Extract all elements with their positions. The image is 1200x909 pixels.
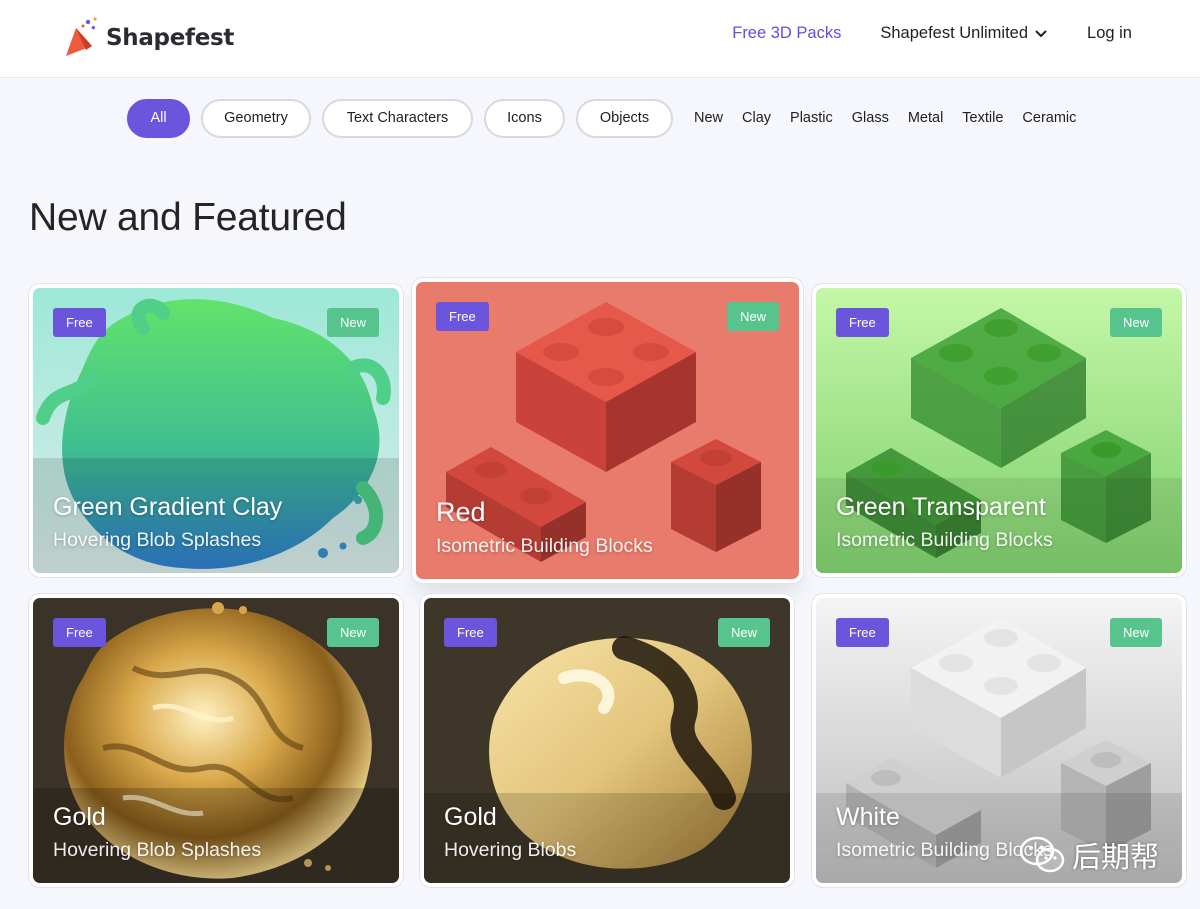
pack-card-red[interactable]: Free New Red Isometric Building Blocks — [416, 282, 799, 579]
free-badge: Free — [53, 308, 106, 337]
filter-pill-icons[interactable]: Icons — [484, 98, 565, 138]
brand-name: Shapefest — [106, 25, 235, 51]
wechat-icon — [1019, 836, 1065, 873]
card-title: Gold — [444, 803, 497, 831]
free-badge: Free — [444, 618, 497, 647]
nav-free-3d-packs[interactable]: Free 3D Packs — [732, 24, 841, 43]
card-title: Red — [436, 497, 486, 527]
new-badge: New — [1109, 618, 1162, 647]
filter-pill-objects[interactable]: Objects — [576, 98, 673, 138]
section-title: New and Featured — [29, 196, 347, 239]
filter-tag-glass[interactable]: Glass — [852, 110, 889, 126]
new-badge: New — [1109, 308, 1162, 337]
pack-card-gold-blobs[interactable]: Free New Gold Hovering Blobs — [424, 598, 790, 883]
card-subtitle: Hovering Blob Splashes — [53, 529, 262, 551]
filter-tag-textile[interactable]: Textile — [962, 110, 1003, 126]
wechat-watermark: 后期帮 — [1018, 834, 1159, 876]
chevron-down-icon — [1035, 30, 1047, 37]
pack-card-green-transparent[interactable]: Free New Green Transparent Isometric Bui… — [816, 288, 1182, 573]
filter-tag-clay[interactable]: Clay — [742, 110, 771, 126]
top-nav: Free 3D Packs Shapefest Unlimited Log in — [732, 24, 1132, 43]
nav-shapefest-unlimited[interactable]: Shapefest Unlimited — [880, 24, 1047, 43]
pack-card-green-gradient-clay[interactable]: Free New Green Gradient Clay Hovering Bl… — [33, 288, 399, 573]
card-title: Green Gradient Clay — [53, 493, 283, 521]
card-title: White — [836, 803, 900, 831]
pack-card-gold-splashes[interactable]: Free New Gold Hovering Blob Splashes — [33, 598, 399, 883]
filter-tag-metal[interactable]: Metal — [908, 110, 943, 126]
card-subtitle: Hovering Blob Splashes — [53, 839, 262, 861]
filter-pill-geometry[interactable]: Geometry — [201, 98, 311, 138]
new-badge: New — [717, 618, 770, 647]
nav-unlimited-label: Shapefest Unlimited — [880, 24, 1029, 42]
filter-tag-ceramic[interactable]: Ceramic — [1022, 110, 1076, 126]
filter-tag-plastic[interactable]: Plastic — [790, 110, 833, 126]
brand-logo[interactable]: Shapefest — [62, 14, 234, 62]
free-badge: Free — [836, 618, 889, 647]
filter-tag-new[interactable]: New — [694, 110, 723, 126]
card-subtitle: Isometric Building Blocks — [836, 529, 1053, 551]
watermark-text: 后期帮 — [1072, 840, 1160, 874]
category-filters: All Geometry Text Characters Icons Objec… — [127, 98, 1086, 138]
card-title: Gold — [53, 803, 106, 831]
site-header: Shapefest Free 3D Packs Shapefest Unlimi… — [0, 0, 1200, 78]
new-badge: New — [326, 618, 379, 647]
login-link[interactable]: Log in — [1087, 24, 1132, 43]
card-title: Green Transparent — [836, 493, 1046, 521]
card-subtitle: Isometric Building Blocks — [436, 535, 653, 557]
free-badge: Free — [53, 618, 106, 647]
filter-pill-all[interactable]: All — [127, 98, 190, 138]
filter-pill-text-characters[interactable]: Text Characters — [322, 98, 473, 138]
new-badge: New — [326, 308, 379, 337]
new-badge: New — [726, 302, 779, 331]
free-badge: Free — [436, 302, 489, 331]
party-popper-logo-icon — [66, 17, 97, 56]
free-badge: Free — [836, 308, 889, 337]
card-subtitle: Hovering Blobs — [444, 839, 577, 861]
